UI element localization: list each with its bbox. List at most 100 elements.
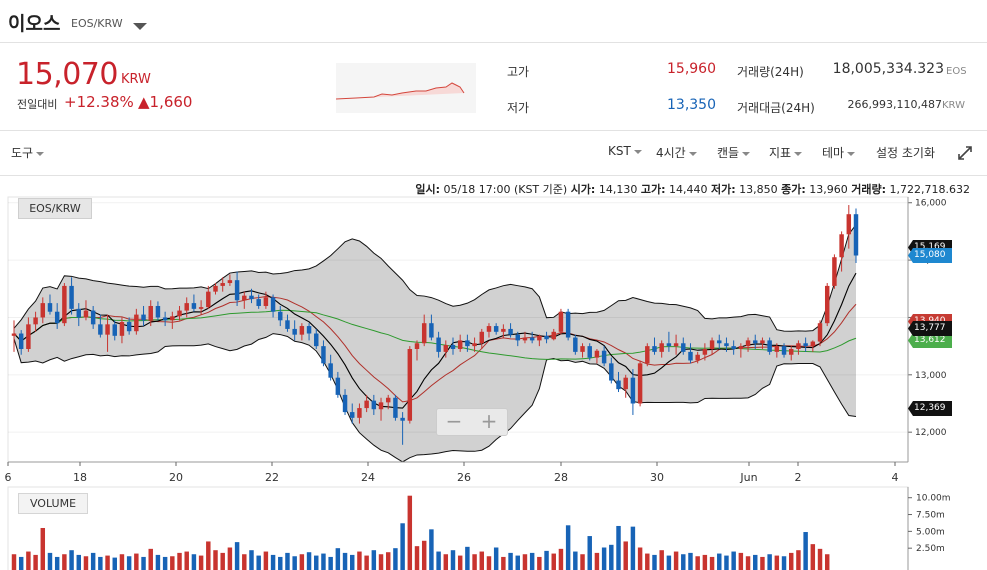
change-amount: ▲1,660 bbox=[138, 93, 193, 111]
indicators-label: 지표 bbox=[769, 146, 792, 160]
volume-bar bbox=[162, 556, 168, 570]
candle-body bbox=[227, 280, 233, 284]
volume-24h-value: 18,005,334.323 bbox=[832, 61, 944, 77]
tools-menu[interactable]: 도구 bbox=[11, 144, 45, 161]
candle-body bbox=[213, 285, 218, 292]
candle-body bbox=[760, 340, 765, 344]
theme-menu[interactable]: 테마 bbox=[822, 144, 856, 161]
candle-body bbox=[580, 346, 585, 352]
candle-body bbox=[544, 335, 549, 340]
candle-body bbox=[501, 328, 506, 332]
volume-bar bbox=[652, 554, 657, 570]
interval-label: 4시간 bbox=[656, 146, 686, 160]
volume-bar bbox=[472, 554, 477, 570]
volume-bar bbox=[709, 556, 715, 570]
price-chart[interactable]: 16,00015,00014,00013,00012,0006182022242… bbox=[0, 195, 987, 570]
chart-type-menu[interactable]: 캔들 bbox=[717, 144, 751, 161]
header-divider bbox=[0, 42, 987, 43]
ma-mid-tag: 13,777 bbox=[908, 321, 952, 336]
candle-body bbox=[306, 326, 312, 334]
volume-bar bbox=[54, 556, 60, 570]
indicators-menu[interactable]: 지표 bbox=[769, 144, 803, 161]
price-axis-label: 16,000 bbox=[915, 199, 947, 209]
time-axis-label: 28 bbox=[554, 471, 568, 484]
candle-body bbox=[515, 334, 520, 341]
volume-bar bbox=[83, 556, 89, 570]
candle-body bbox=[350, 412, 355, 418]
candle-body bbox=[652, 346, 657, 352]
candle-body bbox=[162, 317, 168, 321]
volume-bar bbox=[724, 555, 729, 570]
volume-bar bbox=[47, 552, 53, 570]
time-axis-label: Jun bbox=[739, 471, 757, 484]
volume-bar bbox=[529, 552, 535, 570]
candle-body bbox=[702, 349, 708, 355]
fullscreen-button[interactable] bbox=[958, 145, 972, 164]
time-axis-label: 30 bbox=[650, 471, 664, 484]
volume-bar bbox=[242, 554, 247, 570]
candle-body bbox=[609, 363, 614, 381]
volume-bar bbox=[191, 554, 197, 570]
volume-bar bbox=[623, 541, 628, 570]
reset-settings-button[interactable]: 설정 초기화 bbox=[876, 144, 935, 161]
coin-dropdown-icon[interactable] bbox=[133, 16, 147, 35]
volume-bar bbox=[803, 532, 808, 570]
zoom-controls: − + bbox=[436, 408, 508, 436]
candle-body bbox=[393, 397, 398, 418]
zoom-out-button[interactable]: − bbox=[437, 409, 471, 435]
candle-body bbox=[781, 346, 787, 355]
candle-body bbox=[220, 283, 225, 286]
candle-body bbox=[328, 363, 333, 378]
volume-bar bbox=[69, 550, 74, 570]
candle-body bbox=[717, 340, 722, 344]
time-axis-label: 24 bbox=[361, 471, 375, 484]
candle-body bbox=[364, 400, 369, 409]
volume-bar bbox=[263, 551, 269, 570]
volume-bar bbox=[508, 552, 513, 570]
volume-bar bbox=[609, 544, 614, 570]
candle-body bbox=[472, 343, 477, 347]
candle-body bbox=[18, 333, 24, 350]
theme-label: 테마 bbox=[822, 146, 845, 160]
coin-name: 이오스 bbox=[8, 13, 61, 35]
candle-body bbox=[493, 326, 499, 332]
candle-body bbox=[573, 337, 578, 352]
volume-bar bbox=[551, 553, 556, 570]
volume-bar bbox=[558, 548, 564, 570]
interval-menu[interactable]: 4시간 bbox=[656, 144, 697, 161]
volume-bar bbox=[544, 550, 549, 570]
volume-bar bbox=[738, 552, 744, 570]
volume-bar bbox=[501, 556, 506, 570]
candle-body bbox=[623, 377, 628, 390]
zoom-in-button[interactable]: + bbox=[472, 409, 506, 435]
volume-bar bbox=[33, 554, 38, 570]
volume-bar bbox=[335, 548, 341, 570]
volume-bar bbox=[213, 550, 218, 570]
volume-axis-label: 10.00m bbox=[916, 494, 951, 504]
price-axis-label: 12,000 bbox=[915, 428, 947, 438]
time-axis-label: 4 bbox=[892, 471, 899, 484]
timezone-menu[interactable]: KST bbox=[608, 144, 642, 158]
volume-bar bbox=[98, 556, 103, 570]
candle-body bbox=[738, 346, 744, 350]
volume-bar bbox=[227, 547, 233, 570]
timezone-label: KST bbox=[608, 144, 631, 158]
candle-body bbox=[832, 257, 837, 286]
volume-bar bbox=[673, 551, 679, 570]
volume-24h-unit: EOS bbox=[946, 66, 967, 77]
change-percent: +12.38% bbox=[64, 93, 134, 111]
volume-bar bbox=[537, 556, 542, 570]
candle-body bbox=[436, 337, 441, 352]
volume-bar bbox=[717, 553, 722, 570]
candle-body bbox=[263, 297, 269, 306]
sparkline-chart bbox=[336, 63, 476, 113]
time-axis-label: 2 bbox=[795, 471, 802, 484]
candle-body bbox=[688, 351, 693, 361]
volume-bar bbox=[429, 529, 434, 570]
candle-body bbox=[184, 303, 189, 311]
volume-bar bbox=[112, 557, 117, 570]
candle-body bbox=[587, 346, 592, 358]
candle-body bbox=[529, 337, 535, 341]
toolbar-divider bbox=[0, 175, 987, 176]
candle-body bbox=[206, 291, 211, 308]
